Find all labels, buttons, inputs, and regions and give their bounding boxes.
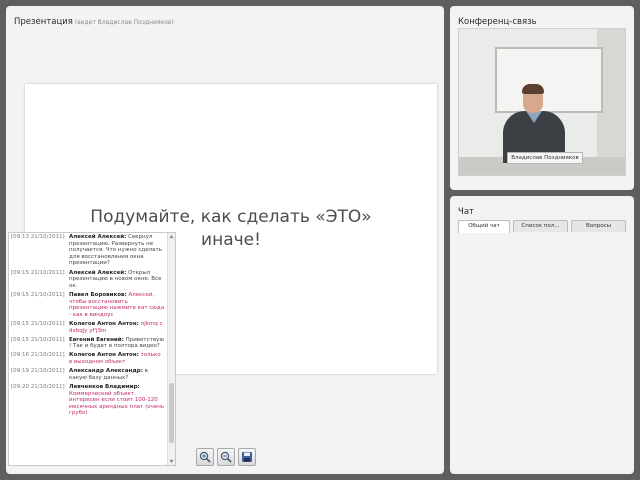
message-timestamp: [09:15 21/10/2011] [11,336,65,343]
chat-message: [09:20 21/10/2011] Левченков Владимир: Ко… [9,384,167,417]
message-author: Алексей Алексей: [69,269,127,276]
chat-message: [09:16 21/10/2011] Колегов Антон Антон: т… [9,352,167,365]
zoom-in-icon [199,451,211,463]
save-button[interactable] [238,448,256,466]
save-icon [242,452,252,462]
presentation-title: Презентация (ведет Владислав Позднияков) [14,17,174,27]
scroll-down-icon[interactable] [169,459,174,464]
chat-message-list: [09:13 21/10/2011] Алексей Алексей: Сверн… [9,234,167,420]
message-author: Алексей Алексей: [69,234,127,240]
message-author: Левченков Владимир: [69,384,140,391]
video-panel: Конференц-связь Владислав Позднияков [450,6,634,190]
chat-message-area: [09:13 21/10/2011] Алексей Алексей: Сверн… [8,232,176,466]
video-caption: Владислав Позднияков [507,152,583,164]
message-author: Александр Александр: [69,368,143,375]
chat-title: Чат [458,207,474,217]
whiteboard [495,47,603,113]
message-timestamp: [09:19 21/10/2011] [11,368,65,375]
zoom-in-button[interactable] [196,448,214,466]
presentation-toolbar [196,448,256,466]
chat-message: [09:15 21/10/2011] Алексей Алексей: Откры… [9,270,167,290]
message-timestamp: [09:13 21/10/2011] [11,234,65,240]
chat-message: [09:15 21/10/2011] Евгений Евгений: Приве… [9,337,167,350]
chat-panel: Чат [450,196,634,474]
message-timestamp: [09:15 21/10/2011] [11,269,65,276]
chat-scroll-thumb[interactable] [169,383,174,443]
tab-general-chat[interactable]: Общий чат [458,220,510,233]
tab-participants[interactable]: Список пол... [513,220,568,232]
chat-scrollbar[interactable] [167,233,175,465]
zoom-out-button[interactable] [217,448,235,466]
message-timestamp: [09:15 21/10/2011] [11,291,65,298]
message-timestamp: [09:16 21/10/2011] [11,352,65,359]
message-author: Колегов Антон Антон: [69,352,139,359]
message-timestamp: [09:15 21/10/2011] [11,320,65,327]
chat-message: [09:19 21/10/2011] Александр Александр: в… [9,368,167,381]
chat-message: [09:13 21/10/2011] Алексей Алексей: Сверн… [9,234,167,267]
chat-message: [09:15 21/10/2011] Колегов Антон Антон: п… [9,321,167,334]
tab-questions[interactable]: Вопросы [571,220,626,232]
message-text: Коммерческий объект интересен если стоит… [69,390,165,417]
chat-message: [09:15 21/10/2011] Павел Боровиков: Алекс… [9,292,167,318]
message-author: Павел Боровиков: [69,291,127,298]
message-author: Евгений Евгений: [69,336,124,343]
message-author: Колегов Антон Антон: [69,320,139,327]
zoom-out-icon [220,451,232,463]
presentation-presenter: (ведет Владислав Позднияков) [74,19,174,26]
video-feed: Владислав Позднияков [458,28,626,176]
scroll-up-icon[interactable] [169,234,174,239]
video-title: Конференц-связь [458,17,537,27]
message-timestamp: [09:20 21/10/2011] [11,384,65,391]
